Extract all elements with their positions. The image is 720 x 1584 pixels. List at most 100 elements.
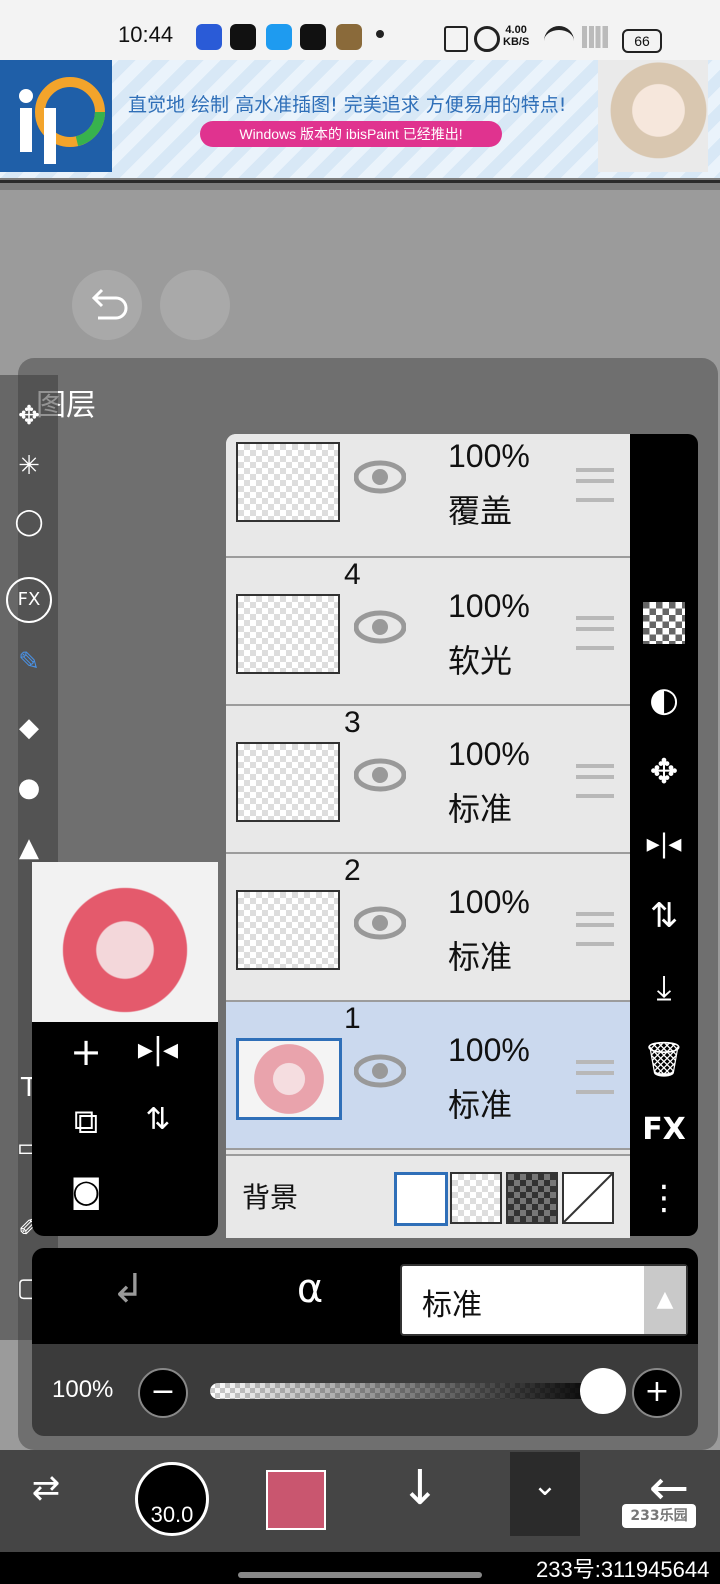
eraser-tool[interactable]: ◆: [6, 705, 52, 751]
watermark-logo: 233乐园: [622, 1504, 696, 1528]
canvas-preview[interactable]: [32, 862, 218, 1022]
plus-icon[interactable]: +: [632, 1368, 682, 1418]
app-notification-icon: [196, 24, 222, 50]
watermark-text: 233号:311945644: [536, 1557, 710, 1582]
layer-row[interactable]: 5 100% 覆盖: [226, 434, 630, 558]
brush-size-indicator[interactable]: 30.0: [135, 1462, 209, 1536]
layer-number: 2: [344, 854, 361, 887]
layer-blend-mode: 标准: [448, 1086, 513, 1124]
add-layer-icon[interactable]: +: [56, 1030, 116, 1074]
move-icon[interactable]: ✥: [638, 746, 690, 798]
layer-actions-toolbar: ◐ ✥ ▸|◂ ⇅ ⤓ 🗑 FX ⋮: [630, 434, 698, 1236]
copy-layer-icon[interactable]: ⧉: [56, 1102, 116, 1142]
background-none-option[interactable]: [562, 1172, 614, 1224]
layer-number: 5: [344, 434, 361, 440]
nfc-icon: [444, 26, 468, 52]
opacity-slider[interactable]: [210, 1383, 606, 1399]
layer-opacity: 100%: [448, 588, 530, 624]
battery-indicator: 66: [622, 29, 662, 53]
tiktok-icon: [230, 24, 256, 50]
wifi-icon: [544, 26, 574, 52]
flip-horizontal-icon[interactable]: ▸|◂: [128, 1032, 188, 1067]
eye-icon[interactable]: [354, 610, 406, 644]
dropdown-arrow-icon: ▲: [644, 1266, 686, 1334]
qq-icon: [266, 24, 292, 50]
alarm-icon: [474, 26, 500, 52]
eye-icon[interactable]: [354, 460, 406, 494]
filter-tool[interactable]: FX: [6, 577, 52, 623]
blend-mode-select[interactable]: 标准 ▲: [400, 1264, 688, 1336]
trash-icon[interactable]: 🗑: [638, 1034, 690, 1086]
chevron-down-icon[interactable]: ⌄: [510, 1452, 580, 1536]
layer-thumbnail: [236, 742, 340, 822]
back-arrow-icon[interactable]: ←: [634, 1460, 704, 1516]
flip-vertical-icon[interactable]: ⇅: [638, 890, 690, 942]
layer-opacity: 100%: [448, 438, 530, 474]
preview-toolbar: + ▸|◂ ⧉ ⇅ ◙: [32, 1022, 218, 1236]
flip-vertical-icon[interactable]: ⇅: [128, 1102, 188, 1137]
ibispaint-logo: [0, 60, 112, 172]
swap-icon[interactable]: ⇄: [18, 1468, 74, 1524]
eye-icon[interactable]: [354, 1054, 406, 1088]
transform-tool[interactable]: ✥: [6, 393, 52, 439]
flip-horizontal-icon[interactable]: ▸|◂: [638, 818, 690, 870]
layer-fx-button[interactable]: FX: [638, 1104, 690, 1156]
layer-thumbnail: [236, 1038, 342, 1120]
layer-number: 1: [344, 1002, 361, 1035]
undo-icon: [91, 288, 128, 320]
merge-down-icon[interactable]: ⤓: [638, 962, 690, 1014]
drag-handle-icon[interactable]: [576, 912, 614, 946]
status-bar: 10:44 4.00 KB/S 66: [0, 0, 720, 60]
layer-thumbnail: [236, 890, 340, 970]
more-icon[interactable]: ⋮: [638, 1172, 690, 1224]
layer-blend-mode: 标准: [448, 938, 513, 976]
drag-handle-icon[interactable]: [576, 764, 614, 798]
ad-windows-pill[interactable]: Windows 版本的 ibisPaint 已经推出!: [200, 121, 502, 147]
opacity-label: 100%: [52, 1376, 114, 1403]
checkerboard-icon[interactable]: [643, 602, 685, 644]
background-dark-checker-option[interactable]: [506, 1172, 558, 1224]
ad-illustration: [598, 60, 708, 172]
layer-number: 3: [344, 706, 361, 739]
divider: [0, 180, 720, 183]
layer-thumbnail: [236, 594, 340, 674]
drag-handle-icon[interactable]: [576, 468, 614, 502]
smudge-tool[interactable]: ●: [6, 765, 52, 811]
drag-handle-icon[interactable]: [576, 1060, 614, 1094]
eye-icon[interactable]: [354, 758, 406, 792]
alpha-lock-icon[interactable]: α: [280, 1266, 340, 1326]
menu-button[interactable]: [160, 270, 230, 340]
drag-handle-icon[interactable]: [576, 616, 614, 650]
layer-row-selected[interactable]: 1 100% 标准: [226, 1002, 630, 1150]
ad-headline: 直觉地 绘制 高水准插图! 完美追求 方便易用的特点!: [128, 94, 567, 116]
layer-number: 4: [344, 558, 361, 591]
game-notification-icon: [336, 24, 362, 50]
invert-icon[interactable]: ◐: [638, 674, 690, 726]
brush-tool[interactable]: ✎: [6, 639, 52, 685]
layer-blend-mode: 覆盖: [448, 492, 513, 530]
layer-opacity: 100%: [448, 1032, 530, 1068]
lasso-tool[interactable]: ◯: [6, 499, 52, 545]
home-indicator[interactable]: [238, 1572, 482, 1578]
status-time: 10:44: [118, 22, 174, 47]
bottom-toolbar: [0, 1450, 720, 1552]
layer-opacity: 100%: [448, 736, 530, 772]
clip-icon[interactable]: ↲: [98, 1266, 158, 1326]
color-swatch[interactable]: [266, 1470, 326, 1530]
magic-wand-tool[interactable]: ✳: [6, 443, 52, 489]
signal-icon: [582, 26, 608, 48]
blend-mode-value: 标准: [422, 1288, 482, 1323]
layer-row[interactable]: 2 100% 标准: [226, 854, 630, 1002]
background-light-checker-option[interactable]: [450, 1172, 502, 1224]
layer-list: 5 100% 覆盖 4 100% 软光 3 100% 标准 2 100% 标准 …: [226, 434, 630, 1236]
opacity-slider-knob[interactable]: [580, 1368, 626, 1414]
layer-row[interactable]: 4 100% 软光: [226, 558, 630, 706]
down-arrow-icon[interactable]: ↓: [392, 1460, 448, 1530]
minus-icon[interactable]: −: [138, 1368, 188, 1418]
eye-icon[interactable]: [354, 906, 406, 940]
background-white-option[interactable]: [394, 1172, 448, 1226]
layer-row[interactable]: 3 100% 标准: [226, 706, 630, 854]
net-speed: 4.00 KB/S: [503, 24, 530, 48]
camera-icon[interactable]: ◙: [56, 1172, 116, 1210]
undo-button[interactable]: [72, 270, 142, 340]
